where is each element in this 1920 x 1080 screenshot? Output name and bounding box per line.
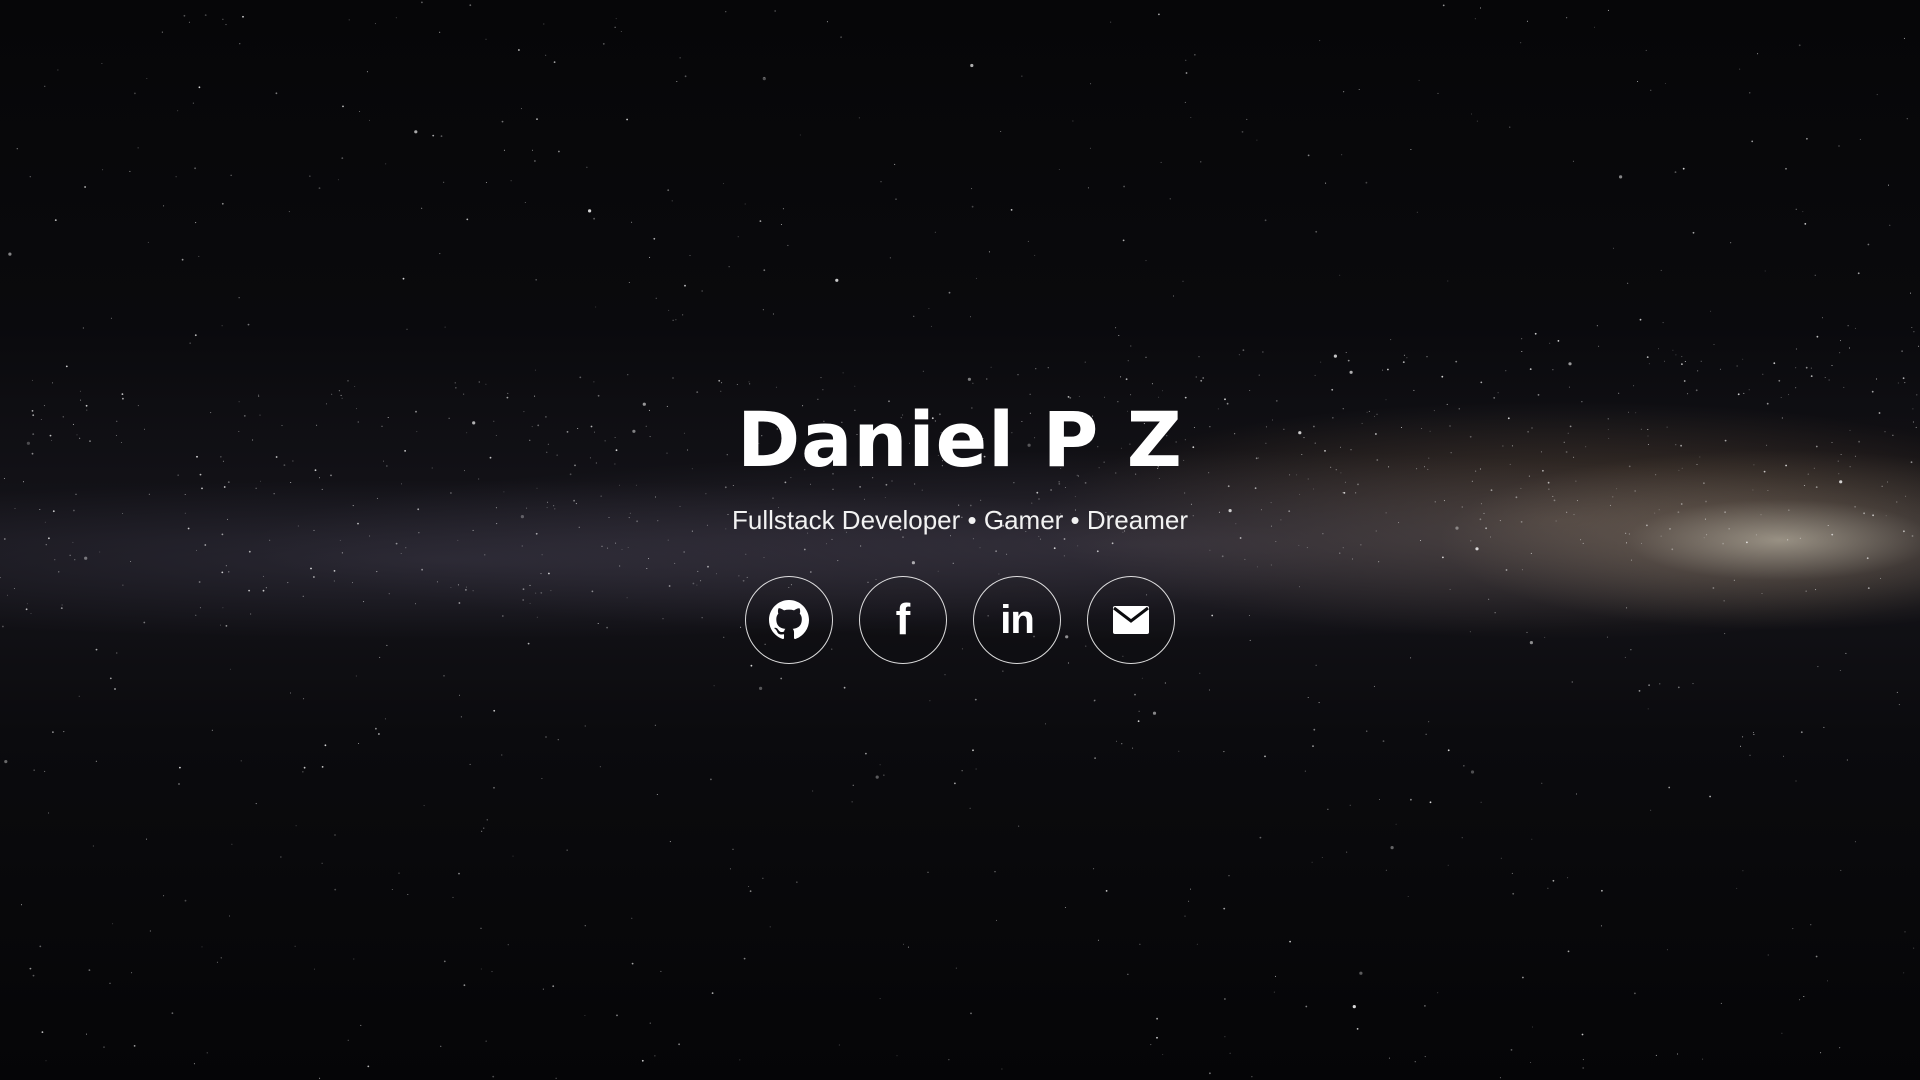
linkedin-link[interactable]: in xyxy=(973,576,1061,664)
hero-content: Daniel P Z Fullstack Developer • Gamer •… xyxy=(0,390,1920,664)
github-link[interactable] xyxy=(745,576,833,664)
email-link[interactable] xyxy=(1087,576,1175,664)
tagline: Fullstack Developer • Gamer • Dreamer xyxy=(731,505,1188,535)
github-icon xyxy=(769,600,809,640)
facebook-link[interactable]: f xyxy=(859,576,947,664)
facebook-icon: f xyxy=(895,595,911,644)
mail-icon xyxy=(1113,606,1149,634)
hero-section: Daniel P Z Fullstack Developer • Gamer •… xyxy=(0,0,1920,1080)
linkedin-icon: in xyxy=(1000,598,1035,642)
social-links: f in xyxy=(0,576,1920,664)
page-title: Daniel P Z xyxy=(737,395,1183,484)
